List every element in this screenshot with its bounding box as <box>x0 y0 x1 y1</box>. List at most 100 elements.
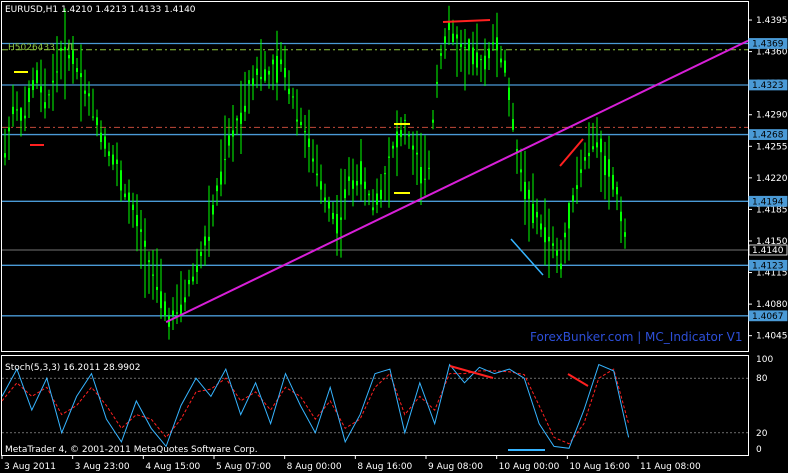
candle-body <box>560 263 562 270</box>
candle-body <box>548 236 550 242</box>
price-label-text: 1.4067 <box>752 312 784 322</box>
price-label-text: 1.4323 <box>752 81 784 91</box>
candle-body <box>552 243 554 246</box>
candle-body <box>352 180 354 189</box>
price-tick-label: 1.4255 <box>756 142 788 152</box>
candle-body <box>28 88 30 103</box>
candle-body <box>364 181 366 189</box>
candle-body <box>100 132 102 143</box>
candle-body <box>120 170 122 191</box>
candle-body <box>396 131 398 148</box>
candle-body <box>468 39 470 51</box>
candle-body <box>520 169 522 173</box>
candle-body <box>532 203 534 224</box>
candle-body <box>544 227 546 243</box>
time-tick-label: 9 Aug 08:00 <box>428 462 483 472</box>
candle-body <box>492 42 494 45</box>
candle-body <box>48 94 50 96</box>
candle-body <box>148 260 150 263</box>
candle-body <box>44 102 46 109</box>
horizontal-levels[interactable] <box>2 42 748 317</box>
candle-body <box>188 279 190 285</box>
candle-body <box>244 105 246 112</box>
time-tick-label: 10 Aug 00:00 <box>499 462 560 472</box>
candle-body <box>404 119 406 121</box>
candle-body <box>296 119 298 122</box>
candle-body <box>304 131 306 133</box>
candle-body <box>368 193 370 196</box>
candle-body <box>104 136 106 149</box>
candle-body <box>12 106 14 115</box>
candle-body <box>236 118 238 121</box>
candle-body <box>488 48 490 59</box>
candle-body <box>96 117 98 126</box>
candle-body <box>336 213 338 234</box>
candle-body <box>324 197 326 202</box>
candle-body <box>476 52 478 68</box>
candle-body <box>20 108 22 121</box>
candle-body <box>116 159 118 165</box>
candle-body <box>608 159 610 177</box>
time-axis: 3 Aug 2011 3 Aug 23:00 4 Aug 15:00 5 Aug 07… <box>1 455 701 472</box>
candle-body <box>176 312 178 314</box>
candle-body <box>8 127 10 132</box>
price-label-text: 1.4268 <box>752 131 784 141</box>
time-tick-label: 8 Aug 16:00 <box>357 462 412 472</box>
chart-canvas[interactable]: 1.43951.43601.43251.42901.42551.42201.41… <box>0 0 788 473</box>
candle-body <box>344 189 346 199</box>
candle-body <box>240 112 242 124</box>
price-tick-label: 1.4220 <box>756 174 788 184</box>
stoch-tick-label: 100 <box>756 355 773 365</box>
candle-body <box>584 157 586 161</box>
candle-body <box>536 211 538 218</box>
candle-body <box>328 201 330 209</box>
candle-body <box>456 34 458 39</box>
candle-body <box>56 71 58 73</box>
candle-body <box>164 301 166 316</box>
candle-body <box>420 167 422 184</box>
candle-body <box>412 145 414 150</box>
candle-body <box>556 250 558 256</box>
time-tick-label: 5 Aug 07:00 <box>216 462 271 472</box>
trendline-group[interactable] <box>14 19 749 324</box>
stoch-tick-label: 80 <box>756 374 768 384</box>
candle-body <box>332 212 334 220</box>
candle-body <box>292 96 294 98</box>
divergence-line <box>559 138 584 167</box>
stoch-tick-label: 0 <box>756 445 762 455</box>
candle-body <box>36 70 38 84</box>
candle-body <box>128 192 130 202</box>
candle-body <box>604 155 606 176</box>
candle-body <box>472 47 474 65</box>
candle-body <box>380 189 382 200</box>
price-label-text: 1.4123 <box>752 261 784 271</box>
price-tick-label: 1.4080 <box>756 300 788 310</box>
candle-body <box>52 80 54 83</box>
divergence-top-line <box>442 19 491 23</box>
candle-body <box>500 58 502 63</box>
candle-body <box>428 167 430 169</box>
candle-body <box>192 276 194 282</box>
price-tick-label: 1.4290 <box>756 111 788 121</box>
candle-body <box>288 88 290 95</box>
candle-body <box>316 173 318 176</box>
candle-body <box>568 203 570 229</box>
candle-body <box>124 193 126 198</box>
candle-body <box>572 195 574 202</box>
time-tick-label: 3 Aug 2011 <box>4 462 56 472</box>
candle-body <box>180 304 182 315</box>
stoch-main-line <box>1 363 630 449</box>
candle-body <box>232 130 234 137</box>
candle-body <box>484 55 486 70</box>
candle-body <box>268 70 270 75</box>
candle-body <box>504 60 506 73</box>
candle-body <box>200 251 202 256</box>
watermark: ForexBunker.com | MC_Indicator V1 <box>530 330 742 344</box>
candle-body <box>224 159 226 161</box>
candle-body <box>356 180 358 186</box>
candle-body <box>80 73 82 78</box>
stoch-tick-label: 20 <box>756 429 768 439</box>
candle-body <box>4 153 6 158</box>
candle-body <box>348 176 350 181</box>
candle-body <box>564 232 566 238</box>
